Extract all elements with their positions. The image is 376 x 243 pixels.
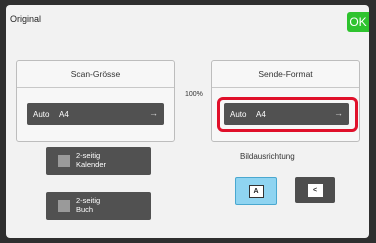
scan-size-title: Scan-Grösse <box>17 61 174 88</box>
calendar-icon <box>58 155 70 167</box>
duplex-calendar-line2: Kalender <box>76 160 107 169</box>
upright-orientation-icon: A <box>248 184 264 198</box>
duplex-calendar-line1: 2-seitig <box>76 151 101 160</box>
duplex-book-line2: Buch <box>76 205 94 214</box>
duplex-calendar-button[interactable]: 2-seitig Kalender <box>46 147 151 175</box>
book-icon <box>58 200 70 212</box>
orientation-upright-button[interactable]: A <box>235 177 277 205</box>
send-format-title: Sende-Format <box>212 61 359 88</box>
duplex-book-button[interactable]: 2-seitig Buch <box>46 192 151 220</box>
rotated-orientation-icon: < <box>307 183 323 197</box>
scan-size-value: A4 <box>59 110 69 119</box>
ok-button[interactable]: OK <box>347 12 369 32</box>
scan-size-button[interactable]: Auto A4 → <box>27 103 164 125</box>
scan-size-mode: Auto <box>33 110 50 119</box>
duplex-book-line1: 2-seitig <box>76 196 101 205</box>
highlight-frame <box>217 97 358 132</box>
page-title: Original <box>10 14 42 24</box>
orientation-label: Bildausrichtung <box>240 152 295 161</box>
original-settings-screen: Original OK Scan-Grösse Auto A4 → 100% S… <box>6 5 369 238</box>
arrow-right-icon: → <box>149 108 158 118</box>
ratio-label: 100% <box>185 91 203 98</box>
orientation-rotated-button[interactable]: < <box>295 177 335 203</box>
scan-size-panel: Scan-Grösse Auto A4 → <box>16 60 175 142</box>
